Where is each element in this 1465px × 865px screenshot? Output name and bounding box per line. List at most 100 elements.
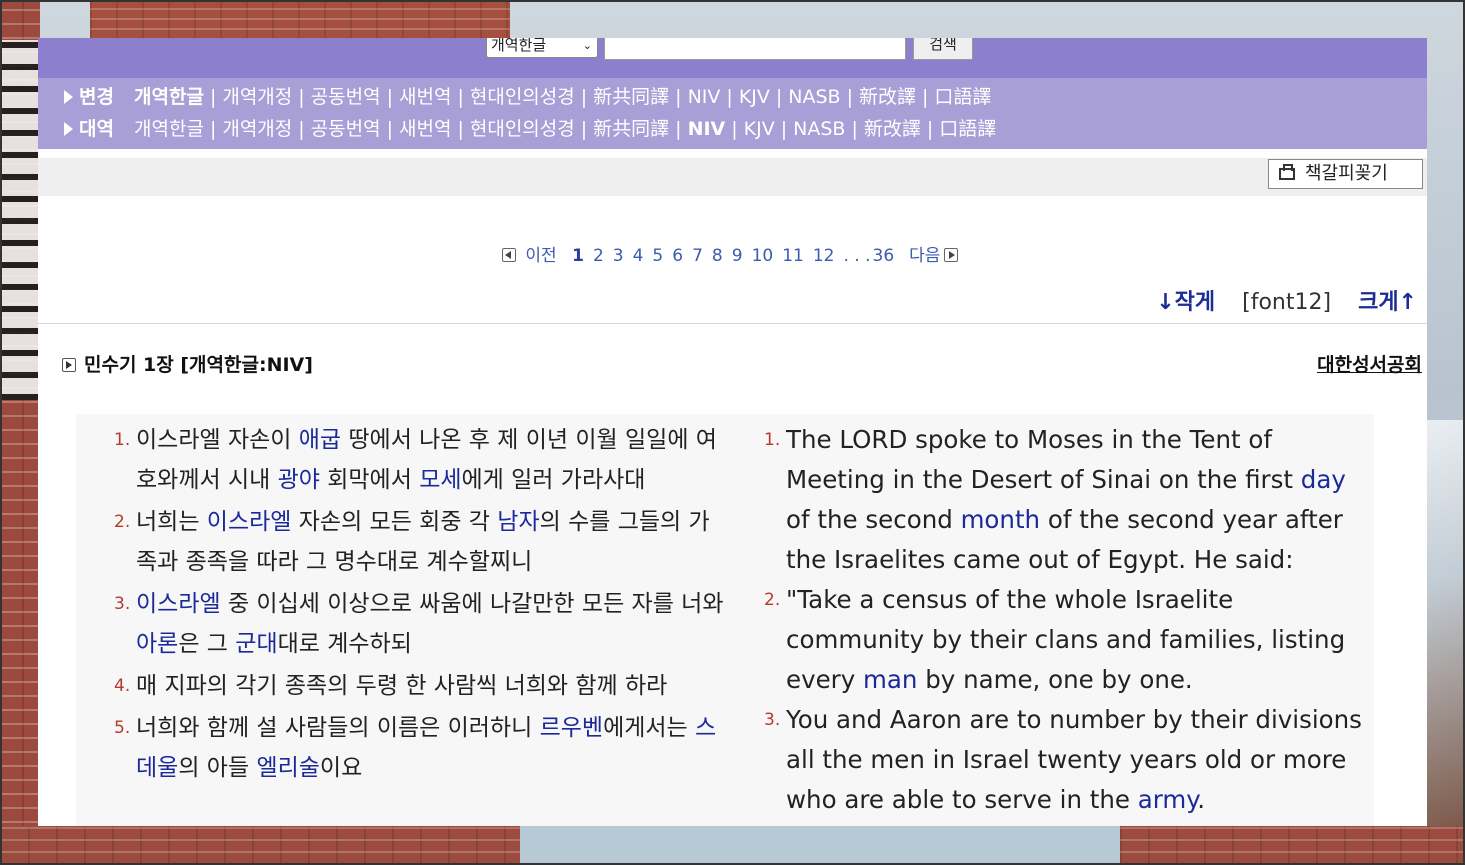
version-row-parallel: 대역 개역한글 | 개역개정 | 공동번역 | 새번역 | 현대인의성경 | 新共同譯 | NIV | KJ… bbox=[64, 116, 996, 142]
dictionary-link[interactable]: 광야 bbox=[278, 467, 320, 493]
page-link[interactable]: 12 bbox=[813, 246, 835, 266]
search-input[interactable] bbox=[604, 38, 906, 60]
version-link[interactable]: 개역개정 bbox=[222, 118, 292, 140]
dictionary-link[interactable]: 르우벤 bbox=[540, 715, 603, 741]
font-size-current: [font12] bbox=[1242, 290, 1332, 315]
bookmark-button[interactable]: 책갈피꽂기 bbox=[1268, 159, 1423, 189]
dictionary-link[interactable]: 이스라엘 bbox=[136, 591, 221, 617]
next-page-link[interactable]: 다음 bbox=[909, 246, 940, 266]
publisher-link[interactable]: 대한성서공회 bbox=[1317, 351, 1422, 379]
dictionary-link[interactable]: 남자 bbox=[497, 509, 539, 535]
bookmark-label: 책갈피꽂기 bbox=[1305, 163, 1388, 184]
version-link[interactable]: KJV bbox=[744, 118, 775, 140]
version-link[interactable]: 공동번역 bbox=[311, 118, 381, 140]
verse-text: 이요 bbox=[319, 755, 363, 781]
verse-number: 1. bbox=[114, 430, 131, 450]
dictionary-link[interactable]: month bbox=[961, 505, 1041, 534]
version-link[interactable]: NIV bbox=[688, 86, 721, 108]
pagination: 이전 1 2 3 4 5 6 7 8 9 10 11 12. . . 36 다음 bbox=[502, 244, 959, 268]
dictionary-link[interactable]: army bbox=[1138, 785, 1198, 814]
version-link[interactable]: NASB bbox=[793, 118, 845, 140]
prev-arrow-icon[interactable] bbox=[502, 248, 516, 262]
font-larger-button[interactable]: 크게↑ bbox=[1358, 290, 1417, 315]
chapter-title: 민수기 1장 [개역한글:NIV] bbox=[62, 351, 313, 379]
version-separator: | bbox=[675, 86, 682, 108]
verse-text: . bbox=[1197, 785, 1206, 814]
bible-page: 개역한글 ⌄ 검색 변경 개역한글 | 개역개정 | 공동번역 | 새번역 | 현대인의성경 | 新… bbox=[38, 38, 1427, 826]
version-separator: | bbox=[922, 86, 929, 108]
version-link[interactable]: 口語譯 bbox=[939, 118, 996, 140]
verse: 4. 매 지파의 각기 종족의 두령 한 사람씩 너희와 함께 하라 bbox=[114, 666, 726, 706]
version-separator: | bbox=[298, 118, 305, 140]
version-link[interactable]: 개역개정 bbox=[222, 86, 292, 108]
version-separator: | bbox=[775, 86, 783, 108]
verse-text: 너희는 bbox=[136, 509, 207, 535]
next-arrow-icon[interactable] bbox=[944, 248, 959, 262]
version-separator: | bbox=[846, 86, 853, 108]
version-select[interactable]: 개역한글 ⌄ bbox=[486, 38, 598, 58]
verse-number: 2. bbox=[114, 512, 131, 532]
version-link[interactable]: KJV bbox=[739, 86, 770, 108]
dictionary-link[interactable]: 군대 bbox=[235, 631, 277, 657]
triangle-right-icon bbox=[64, 122, 73, 136]
dictionary-link[interactable]: 아론 bbox=[136, 631, 178, 657]
version-link[interactable]: 공동번역 bbox=[311, 86, 381, 108]
verse-text: 의 아들 bbox=[178, 755, 257, 781]
toolbar bbox=[38, 158, 1427, 196]
font-size-controls: ↓작게 [font12] 크게↑ bbox=[1156, 288, 1417, 318]
version-link[interactable]: 개역한글 bbox=[134, 118, 204, 140]
page-link[interactable]: 8 bbox=[712, 246, 723, 266]
verse-text: 에게 일러 가라사대 bbox=[461, 467, 646, 493]
verse: 1. The LORD spoke to Moses in the Tent of… bbox=[764, 420, 1369, 580]
page-link[interactable]: 11 bbox=[782, 246, 804, 266]
page-link[interactable]: 3 bbox=[613, 246, 624, 266]
play-icon[interactable] bbox=[62, 358, 76, 372]
version-separator: | bbox=[298, 86, 305, 108]
version-separator: | bbox=[386, 118, 393, 140]
version-link[interactable]: 新改譯 bbox=[859, 86, 916, 108]
page-link[interactable]: 6 bbox=[672, 246, 683, 266]
page-link-last[interactable]: 36 bbox=[873, 246, 895, 266]
version-row-change: 변경 개역한글 | 개역개정 | 공동번역 | 새번역 | 현대인의성경 | 新共同譯 | NIV | KJ… bbox=[64, 84, 991, 110]
dictionary-link[interactable]: 엘리술 bbox=[256, 755, 319, 781]
font-smaller-button[interactable]: ↓작게 bbox=[1156, 290, 1215, 315]
version-link[interactable]: 新改譯 bbox=[864, 118, 921, 140]
page-link[interactable]: 1 bbox=[572, 246, 584, 266]
dictionary-link[interactable]: 애굽 bbox=[299, 427, 341, 453]
background-stripes bbox=[0, 40, 38, 400]
folder-icon bbox=[1279, 164, 1295, 180]
verse-number: 1. bbox=[764, 430, 781, 450]
verse-number: 4. bbox=[114, 676, 131, 696]
page-link[interactable]: 10 bbox=[752, 246, 774, 266]
page-link[interactable]: 9 bbox=[732, 246, 743, 266]
verse-text: 에게서는 bbox=[603, 715, 696, 741]
search-button[interactable]: 검색 bbox=[913, 38, 973, 60]
version-link[interactable]: 개역한글 bbox=[134, 86, 204, 108]
verse-text: 매 지파의 각기 종족의 두령 한 사람씩 너희와 함께 하라 bbox=[136, 673, 668, 699]
verse-text: 회막에서 bbox=[319, 467, 420, 493]
version-separator: | bbox=[209, 86, 217, 108]
dictionary-link[interactable]: 이스라엘 bbox=[207, 509, 292, 535]
page-link[interactable]: 5 bbox=[652, 246, 663, 266]
verse-number: 3. bbox=[114, 594, 131, 614]
version-separator: | bbox=[675, 118, 682, 140]
version-link[interactable]: 口語譯 bbox=[934, 86, 991, 108]
page-link[interactable]: 7 bbox=[692, 246, 703, 266]
search-bar: 개역한글 ⌄ 검색 bbox=[38, 38, 1427, 78]
version-link[interactable]: 新共同譯 bbox=[593, 86, 669, 108]
verse-text: 은 그 bbox=[178, 631, 236, 657]
dictionary-link[interactable]: man bbox=[863, 665, 917, 694]
prev-page-link[interactable]: 이전 bbox=[525, 246, 556, 266]
version-link[interactable]: NIV bbox=[688, 118, 726, 140]
version-link[interactable]: 현대인의성경 bbox=[470, 86, 575, 108]
version-link[interactable]: 현대인의성경 bbox=[470, 118, 575, 140]
version-link[interactable]: 새번역 bbox=[399, 118, 451, 140]
dictionary-link[interactable]: 모세 bbox=[419, 467, 461, 493]
version-link[interactable]: 新共同譯 bbox=[593, 118, 669, 140]
page-link[interactable]: 4 bbox=[633, 246, 644, 266]
version-separator: | bbox=[457, 86, 464, 108]
version-link[interactable]: 새번역 bbox=[399, 86, 451, 108]
dictionary-link[interactable]: day bbox=[1301, 465, 1346, 494]
page-link[interactable]: 2 bbox=[593, 246, 604, 266]
version-link[interactable]: NASB bbox=[788, 86, 840, 108]
